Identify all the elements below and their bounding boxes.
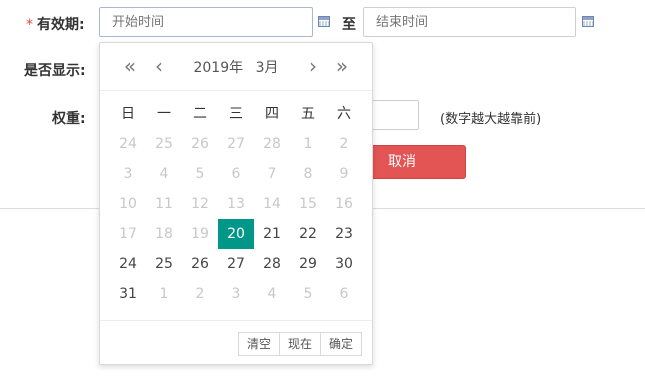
date-picker-popup: « ‹ 2019年 3月 › » 日一二三四五六 24 25 26 27 28 1 2 3 4 5 6… [99,42,373,365]
weekday-header: 四 [265,106,279,122]
start-time-input[interactable] [99,7,313,37]
weekday-header: 二 [193,106,207,122]
calendar-day[interactable]: 19 [182,219,218,249]
calendar-day[interactable]: 2 [326,129,362,159]
month-select[interactable]: 3月 [256,57,279,77]
validity-label: * 有效期: [26,14,85,34]
calendar-day[interactable]: 8 [290,159,326,189]
weight-label: 权重: [52,111,86,127]
calendar-day[interactable]: 1 [290,129,326,159]
calendar-day-selected[interactable]: 20 [218,219,254,249]
calendar-day[interactable]: 6 [326,279,362,309]
calendar-day[interactable]: 9 [326,159,362,189]
validity-label-text: 有效期: [37,17,85,33]
calendar-day[interactable]: 4 [254,279,290,309]
calendar-day[interactable]: 31 [110,279,146,309]
calendar-day[interactable]: 2 [182,279,218,309]
calendar-icon[interactable] [318,16,330,27]
calendar-day[interactable]: 26 [182,249,218,279]
calendar-day[interactable]: 27 [218,249,254,279]
calendar-day[interactable]: 7 [254,159,290,189]
year-select[interactable]: 2019年 [193,57,243,77]
calendar-day[interactable]: 25 [146,129,182,159]
calendar-day[interactable]: 11 [146,189,182,219]
weekday-header: 五 [301,106,315,122]
calendar-icon[interactable] [582,16,594,27]
calendar-day[interactable]: 3 [110,159,146,189]
calendar-day[interactable]: 10 [110,189,146,219]
calendar-day[interactable]: 14 [254,189,290,219]
calendar-day[interactable]: 27 [218,129,254,159]
calendar-day[interactable]: 24 [110,249,146,279]
calendar-day[interactable]: 30 [326,249,362,279]
next-month-button[interactable]: › [304,55,322,77]
confirm-button[interactable]: 确定 [319,332,362,356]
calendar-day[interactable]: 16 [326,189,362,219]
weekday-header: 日 [121,106,135,122]
calendar-day[interactable]: 12 [182,189,218,219]
calendar-day[interactable]: 1 [146,279,182,309]
calendar-day[interactable]: 6 [218,159,254,189]
calendar-day[interactable]: 28 [254,249,290,279]
calendar-day[interactable]: 21 [254,219,290,249]
calendar-day[interactable]: 4 [146,159,182,189]
calendar-day[interactable]: 25 [146,249,182,279]
calendar-day[interactable]: 28 [254,129,290,159]
calendar-day[interactable]: 13 [218,189,254,219]
weekday-header: 六 [337,106,351,122]
calendar-day[interactable]: 26 [182,129,218,159]
weight-hint: (数字越大越靠前) [440,112,542,127]
date-picker-header: « ‹ 2019年 3月 › » [100,43,372,91]
calendar-day[interactable]: 29 [290,249,326,279]
weekday-header: 一 [157,106,171,122]
calendar-day[interactable]: 3 [218,279,254,309]
required-mark: * [26,17,33,33]
calendar-day[interactable]: 22 [290,219,326,249]
clear-button[interactable]: 清空 [237,332,280,356]
now-button[interactable]: 现在 [278,332,321,356]
calendar-day[interactable]: 18 [146,219,182,249]
calendar-day[interactable]: 23 [326,219,362,249]
calendar-day[interactable]: 17 [110,219,146,249]
calendar-day[interactable]: 24 [110,129,146,159]
date-picker-footer: 清空 现在 确定 [100,320,372,365]
calendar-day[interactable]: 5 [182,159,218,189]
weekday-header: 三 [229,106,243,122]
calendar-day[interactable]: 15 [290,189,326,219]
display-label: 是否显示: [24,63,86,79]
next-year-button[interactable]: » [330,55,354,77]
end-time-input[interactable] [363,7,576,37]
to-label: 至 [342,17,356,33]
calendar-day[interactable]: 5 [290,279,326,309]
